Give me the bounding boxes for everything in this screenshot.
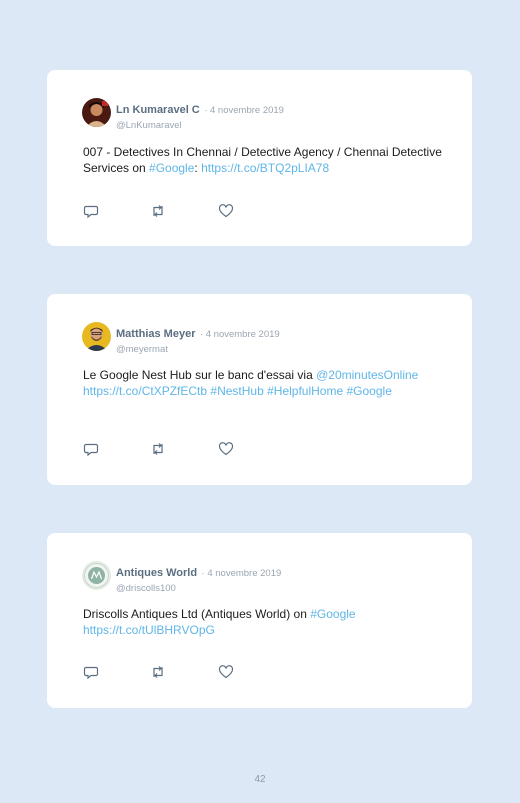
reply-icon[interactable]: [83, 664, 99, 680]
hashtag-link[interactable]: #NestHub: [210, 384, 263, 398]
tweet-card: Antiques World · 4 novembre 2019 @drisco…: [47, 533, 472, 708]
author-handle[interactable]: @meyermat: [116, 344, 280, 355]
mention-link[interactable]: @20minutesOnline: [316, 368, 418, 382]
tweet-card: Matthias Meyer · 4 novembre 2019 @meyerm…: [47, 294, 472, 485]
retweet-icon[interactable]: [150, 664, 166, 680]
url-link[interactable]: https://t.co/BTQ2pLIA78: [201, 161, 329, 175]
tweet-text: 007 - Detectives In Chennai / Detective …: [83, 145, 443, 176]
hashtag-link[interactable]: #Google: [347, 384, 392, 398]
url-link[interactable]: https://t.co/CtXPZfECtb: [83, 384, 207, 398]
tweet-date[interactable]: · 4 novembre 2019: [200, 329, 280, 340]
avatar[interactable]: [82, 98, 111, 127]
author-name[interactable]: Matthias Meyer: [116, 328, 195, 340]
author-handle[interactable]: @LnKumaravel: [116, 120, 284, 131]
tweet-header: Matthias Meyer · 4 novembre 2019 @meyerm…: [116, 324, 280, 355]
page-number: 42: [254, 774, 266, 785]
tweet-date[interactable]: · 4 novembre 2019: [202, 568, 282, 579]
tweet-text: Driscolls Antiques Ltd (Antiques World) …: [83, 607, 443, 638]
tweet-actions: [83, 441, 243, 457]
hashtag-link[interactable]: #Google: [149, 161, 194, 175]
tweet-actions: [83, 664, 243, 680]
tweet-text-segment: Le Google Nest Hub sur le banc d'essai v…: [83, 368, 317, 382]
tweet-actions: [83, 203, 243, 219]
author-handle[interactable]: @driscolls100: [116, 583, 281, 594]
retweet-icon[interactable]: [150, 441, 166, 457]
avatar[interactable]: [82, 561, 111, 590]
tweet-header: Ln Kumaravel C · 4 novembre 2019 @LnKuma…: [116, 100, 284, 131]
tweet-text: Le Google Nest Hub sur le banc d'essai v…: [83, 368, 443, 399]
reply-icon[interactable]: [83, 203, 99, 219]
hashtag-link[interactable]: #Google: [310, 607, 355, 621]
author-name[interactable]: Antiques World: [116, 567, 197, 579]
like-icon[interactable]: [218, 664, 234, 680]
avatar[interactable]: [82, 322, 111, 351]
tweet-header: Antiques World · 4 novembre 2019 @drisco…: [116, 563, 281, 594]
tweet-date[interactable]: · 4 novembre 2019: [204, 105, 284, 116]
retweet-icon[interactable]: [150, 203, 166, 219]
like-icon[interactable]: [218, 441, 234, 457]
tweet-card: Ln Kumaravel C · 4 novembre 2019 @LnKuma…: [47, 70, 472, 246]
author-name[interactable]: Ln Kumaravel C: [116, 104, 200, 116]
tweet-text-segment: Driscolls Antiques Ltd (Antiques World) …: [83, 607, 311, 621]
like-icon[interactable]: [218, 203, 234, 219]
url-link[interactable]: https://t.co/tUlBHRVOpG: [83, 623, 215, 637]
hashtag-link[interactable]: #HelpfulHome: [267, 384, 343, 398]
reply-icon[interactable]: [83, 441, 99, 457]
